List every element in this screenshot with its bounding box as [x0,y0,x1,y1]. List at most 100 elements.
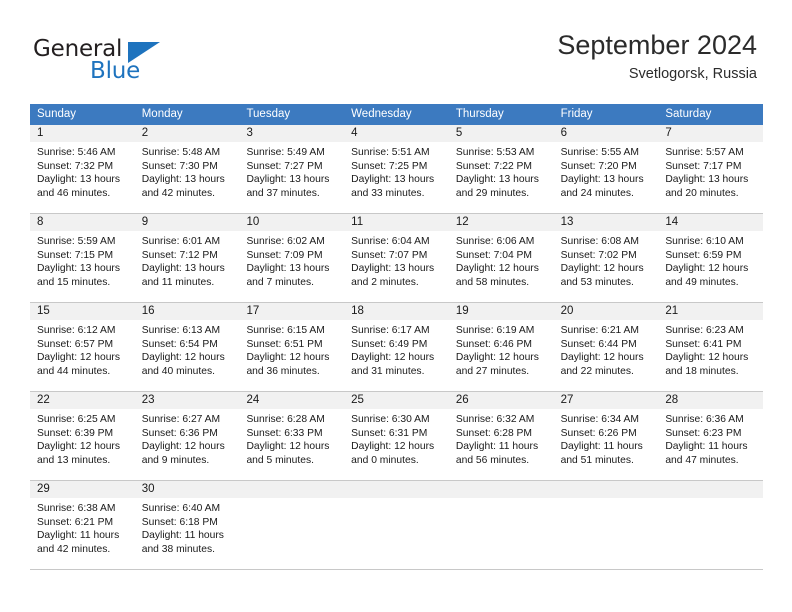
day-number-band: 9 [134,214,240,231]
weekday-header-saturday: Saturday [665,108,712,120]
sunrise-text: Sunrise: 6:40 AM [141,503,221,514]
daylight-text-line1: Daylight: 12 hours [37,352,120,364]
daylight-text-line2: and 51 minutes. [560,454,634,466]
daylight-text-line1: Daylight: 12 hours [37,441,120,453]
weekday-header-monday: Monday [141,108,183,120]
day-details: Sunrise: 6:08 AM Sunset: 7:02 PM Dayligh… [554,231,659,289]
day-cell[interactable]: 8 Sunrise: 5:59 AM Sunset: 7:15 PM Dayli… [30,214,135,302]
day-cell[interactable]: 5 Sunrise: 5:53 AM Sunset: 7:22 PM Dayli… [448,125,554,213]
sunset-text: Sunset: 6:21 PM [37,516,114,528]
daylight-text-line1: Daylight: 13 hours [560,174,644,186]
sunset-text: Sunset: 6:44 PM [560,338,637,350]
sunset-text: Sunset: 6:36 PM [141,427,218,439]
sunset-text: Sunset: 7:22 PM [455,160,533,172]
sunrise-text: Sunrise: 6:12 AM [37,325,116,336]
daylight-text-line1: Daylight: 13 hours [351,174,435,186]
day-number-band: 13 [553,214,659,231]
weekday-header-thursday: Thursday [455,108,504,120]
day-details: Sunrise: 6:23 AM Sunset: 6:41 PM Dayligh… [658,320,763,378]
day-cell[interactable]: 20 Sunrise: 6:21 AM Sunset: 6:44 PM Dayl… [553,303,659,391]
daylight-text-line2: and 46 minutes. [37,187,111,199]
logo-text-blue: Blue [90,58,141,84]
daylight-text-line1: Daylight: 11 hours [37,530,120,542]
day-details: Sunrise: 5:59 AM Sunset: 7:15 PM Dayligh… [30,231,135,289]
daylight-text-line1: Daylight: 13 hours [246,174,330,186]
day-details: Sunrise: 6:13 AM Sunset: 6:54 PM Dayligh… [135,320,240,378]
daylight-text-line2: and 29 minutes. [455,187,530,199]
day-number: 27 [560,394,574,406]
day-cell[interactable]: 11 Sunrise: 6:04 AM Sunset: 7:07 PM Dayl… [344,214,449,302]
day-cell[interactable]: 25 Sunrise: 6:30 AM Sunset: 6:31 PM Dayl… [344,392,449,480]
day-cell[interactable]: 12 Sunrise: 6:06 AM Sunset: 7:04 PM Dayl… [448,214,554,302]
daylight-text-line2: and 13 minutes. [37,454,111,466]
day-number: 24 [246,394,260,406]
daylight-text-line1: Daylight: 12 hours [351,441,435,453]
day-cell[interactable]: 23 Sunrise: 6:27 AM Sunset: 6:36 PM Dayl… [134,392,240,480]
day-cell[interactable]: 18 Sunrise: 6:17 AM Sunset: 6:49 PM Dayl… [344,303,449,391]
calendar-grid: Sunday Monday Tuesday Wednesday Thursday… [30,104,764,570]
sunrise-text: Sunrise: 6:06 AM [455,236,535,247]
day-number: 16 [141,305,155,317]
week-row: 22 Sunrise: 6:25 AM Sunset: 6:39 PM Dayl… [30,392,764,481]
day-number: 19 [455,305,469,317]
day-number-band: 17 [239,303,345,320]
day-cell[interactable]: 10 Sunrise: 6:02 AM Sunset: 7:09 PM Dayl… [239,214,345,302]
weekday-header-row: Sunday Monday Tuesday Wednesday Thursday… [30,104,763,125]
day-cell[interactable]: 22 Sunrise: 6:25 AM Sunset: 6:39 PM Dayl… [30,392,135,480]
day-cell[interactable]: 26 Sunrise: 6:32 AM Sunset: 6:28 PM Dayl… [448,392,554,480]
day-number-band: 8 [30,214,135,231]
page-header: General Blue September 2024 Svetlogorsk,… [0,0,792,100]
day-cell-empty [239,481,345,569]
day-cell[interactable]: 28 Sunrise: 6:36 AM Sunset: 6:23 PM Dayl… [658,392,764,480]
week-row: 15 Sunrise: 6:12 AM Sunset: 6:57 PM Dayl… [30,303,764,392]
daylight-text-line1: Daylight: 13 hours [455,174,539,186]
day-details: Sunrise: 5:46 AM Sunset: 7:32 PM Dayligh… [30,142,135,200]
sunrise-text: Sunrise: 6:34 AM [560,414,640,425]
day-number-band: 23 [134,392,240,409]
daylight-text-line1: Daylight: 13 hours [37,263,120,275]
day-cell[interactable]: 27 Sunrise: 6:34 AM Sunset: 6:26 PM Dayl… [553,392,659,480]
day-cell[interactable]: 16 Sunrise: 6:13 AM Sunset: 6:54 PM Dayl… [134,303,240,391]
day-cell[interactable]: 17 Sunrise: 6:15 AM Sunset: 6:51 PM Dayl… [239,303,345,391]
day-cell[interactable]: 21 Sunrise: 6:23 AM Sunset: 6:41 PM Dayl… [658,303,764,391]
day-cell[interactable]: 15 Sunrise: 6:12 AM Sunset: 6:57 PM Dayl… [30,303,135,391]
day-details: Sunrise: 6:12 AM Sunset: 6:57 PM Dayligh… [30,320,135,378]
day-cell[interactable]: 7 Sunrise: 5:57 AM Sunset: 7:17 PM Dayli… [658,125,764,213]
day-details: Sunrise: 5:48 AM Sunset: 7:30 PM Dayligh… [135,142,240,200]
day-number: 9 [141,216,149,228]
day-number-band: 1 [30,125,135,142]
day-cell[interactable]: 9 Sunrise: 6:01 AM Sunset: 7:12 PM Dayli… [134,214,240,302]
daylight-text-line2: and 40 minutes. [141,365,215,377]
day-cell[interactable]: 2 Sunrise: 5:48 AM Sunset: 7:30 PM Dayli… [134,125,240,213]
daylight-text-line2: and 5 minutes. [246,454,314,466]
day-details: Sunrise: 5:57 AM Sunset: 7:17 PM Dayligh… [658,142,763,200]
day-cell[interactable]: 1 Sunrise: 5:46 AM Sunset: 7:32 PM Dayli… [30,125,135,213]
day-details: Sunrise: 6:21 AM Sunset: 6:44 PM Dayligh… [554,320,659,378]
day-cell[interactable]: 14 Sunrise: 6:10 AM Sunset: 6:59 PM Dayl… [658,214,764,302]
sunrise-text: Sunrise: 6:04 AM [351,236,430,247]
day-number-band: 29 [30,481,135,498]
sunrise-text: Sunrise: 6:23 AM [665,325,744,336]
day-number: 25 [351,394,364,406]
day-number: 20 [560,305,574,317]
day-number-band: 2 [134,125,240,142]
general-blue-logo[interactable]: General Blue [33,36,263,92]
day-cell[interactable]: 19 Sunrise: 6:19 AM Sunset: 6:46 PM Dayl… [448,303,554,391]
day-cell[interactable]: 4 Sunrise: 5:51 AM Sunset: 7:25 PM Dayli… [344,125,449,213]
daylight-text-line1: Daylight: 11 hours [560,441,643,453]
day-details: Sunrise: 6:27 AM Sunset: 6:36 PM Dayligh… [135,409,240,467]
day-cell[interactable]: 6 Sunrise: 5:55 AM Sunset: 7:20 PM Dayli… [553,125,659,213]
daylight-text-line2: and 7 minutes. [246,276,314,288]
day-number-band: 3 [239,125,345,142]
day-number-band: 22 [30,392,135,409]
day-details: Sunrise: 5:53 AM Sunset: 7:22 PM Dayligh… [449,142,554,200]
day-details: Sunrise: 6:01 AM Sunset: 7:12 PM Dayligh… [135,231,240,289]
day-cell[interactable]: 13 Sunrise: 6:08 AM Sunset: 7:02 PM Dayl… [553,214,659,302]
day-cell[interactable]: 24 Sunrise: 6:28 AM Sunset: 6:33 PM Dayl… [239,392,345,480]
day-cell[interactable]: 29 Sunrise: 6:38 AM Sunset: 6:21 PM Dayl… [30,481,135,569]
page-title: September 2024 [557,30,757,60]
day-number-band: 27 [553,392,659,409]
day-cell[interactable]: 3 Sunrise: 5:49 AM Sunset: 7:27 PM Dayli… [239,125,345,213]
day-cell[interactable]: 30 Sunrise: 6:40 AM Sunset: 6:18 PM Dayl… [134,481,240,569]
sunset-text: Sunset: 6:18 PM [141,516,218,528]
